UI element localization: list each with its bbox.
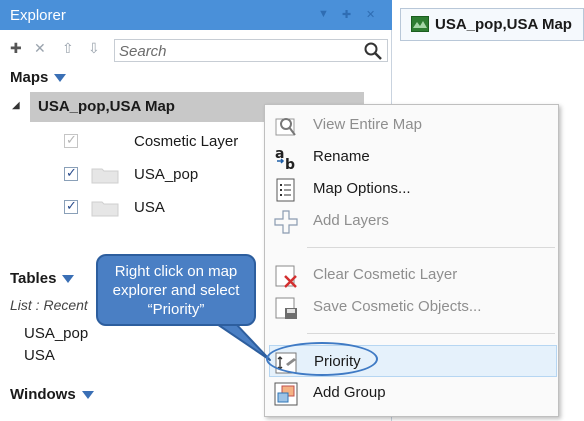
callout-line: Right click on map	[114, 263, 238, 280]
callout-line: explorer and select	[112, 282, 240, 299]
callout-line: “Priority”	[147, 301, 205, 318]
instruction-callout: Right click on map explorer and select “…	[96, 254, 256, 326]
priority-highlight-ring	[266, 342, 378, 376]
